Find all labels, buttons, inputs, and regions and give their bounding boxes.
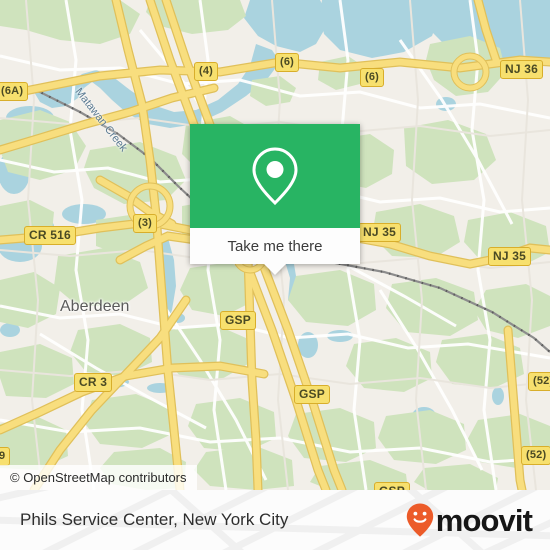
road-shield-gsp-a: GSP xyxy=(220,311,256,330)
location-popup[interactable]: Take me there xyxy=(190,124,360,275)
moovit-logo[interactable]: moovit xyxy=(406,490,533,550)
moovit-smiley-pin-icon xyxy=(406,503,433,537)
moovit-map-screenshot: Aberdeen Matawan Creek (6A) (4) (6) (6) … xyxy=(0,0,550,550)
road-shield-4: (4) xyxy=(194,62,219,81)
road-shield-3: (3) xyxy=(133,214,158,233)
popup-image-area xyxy=(190,124,360,228)
road-shield-cr-3: CR 3 xyxy=(74,373,113,392)
road-shield-cr-516: CR 516 xyxy=(24,226,76,245)
take-me-there-label: Take me there xyxy=(227,237,323,255)
road-shield-nj-35-a: NJ 35 xyxy=(358,223,402,242)
map-pin-icon xyxy=(252,147,298,206)
location-title-text: Phils Service Center, New York City xyxy=(20,510,289,529)
road-shield-nj-36: NJ 36 xyxy=(500,60,544,79)
road-shield-gsp-c: GSP xyxy=(374,482,410,490)
moovit-wordmark: moovit xyxy=(435,502,533,538)
footer-bar: Phils Service Center, New York City moov… xyxy=(0,490,550,550)
road-shield-6-b: (6) xyxy=(360,68,385,87)
map-canvas[interactable]: Aberdeen Matawan Creek (6A) (4) (6) (6) … xyxy=(0,0,550,490)
popup-tail xyxy=(264,264,286,275)
road-shield-6-a: (6) xyxy=(275,53,300,72)
road-shield-6a: (6A) xyxy=(0,82,29,101)
attribution-text: © OpenStreetMap contributors xyxy=(10,470,187,485)
map-attribution[interactable]: © OpenStreetMap contributors xyxy=(0,465,197,490)
take-me-there-button[interactable]: Take me there xyxy=(190,228,360,264)
road-shield-9: 9 xyxy=(0,447,11,466)
place-label-aberdeen: Aberdeen xyxy=(60,298,130,315)
road-shield-gsp-b: GSP xyxy=(294,385,330,404)
road-shield-nj-35-b: NJ 35 xyxy=(488,247,532,266)
location-title: Phils Service Center, New York City xyxy=(20,490,288,550)
road-shield-52-a: (52) xyxy=(528,372,550,391)
road-shield-52-b: (52) xyxy=(521,446,550,465)
